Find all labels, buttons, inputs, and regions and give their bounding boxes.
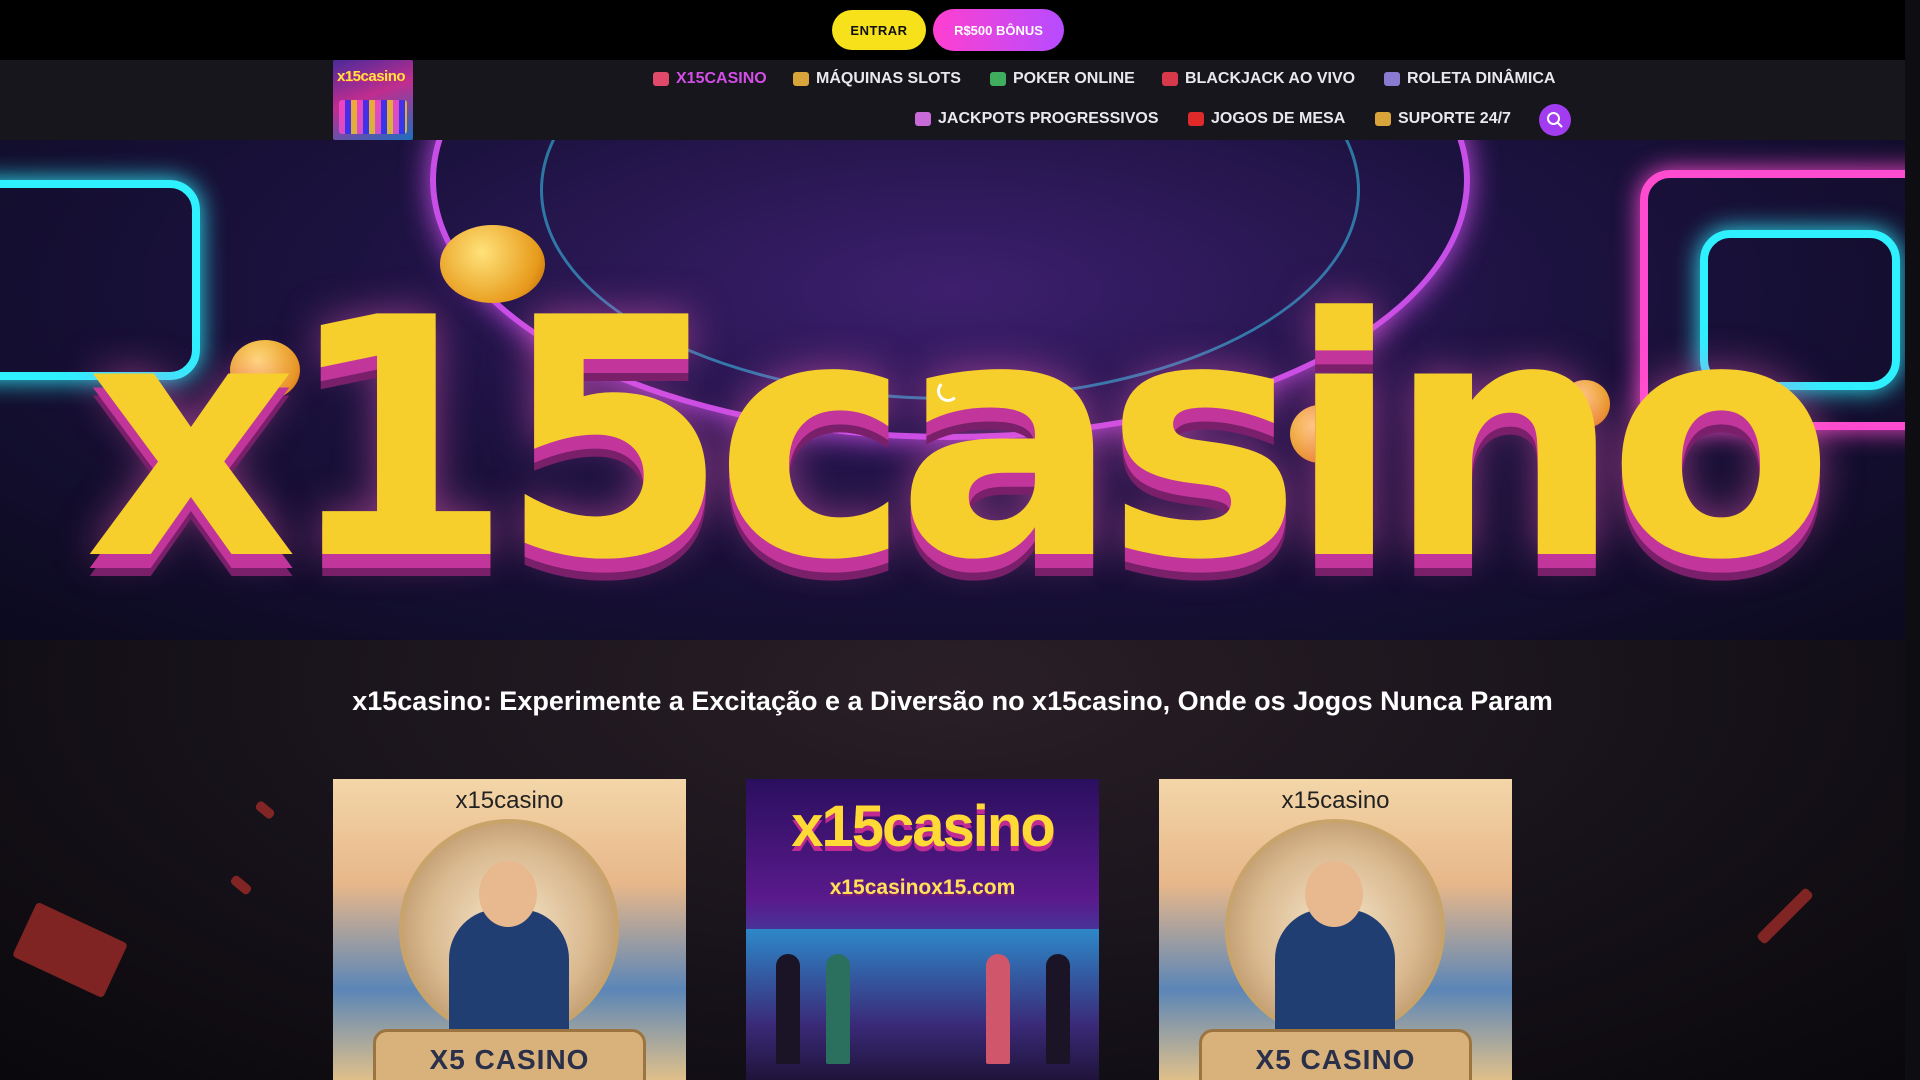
desk-sign-text: X5 CASINO [1255, 1044, 1416, 1075]
chip-decoration [254, 799, 276, 821]
cards-icon [793, 72, 809, 86]
page-title: x15casino: Experimente a Excitação e a D… [352, 686, 1553, 716]
person-silhouette [986, 954, 1010, 1064]
slot-machine-icon [653, 72, 669, 86]
dealer-head-image [1305, 861, 1363, 927]
card-caption: x15casino [791, 794, 1056, 859]
game-card[interactable]: x15casino x15casinox15.com [746, 779, 1099, 1080]
video-play-icon [1188, 112, 1204, 126]
nav-item-maquinas-slots[interactable]: MÁQUINAS SLOTS [793, 64, 961, 94]
chip-decoration [1756, 887, 1814, 945]
dealer-desk-image: X5 CASINO [373, 1029, 646, 1080]
cards-icon [1375, 112, 1391, 126]
dealer-head-image [479, 861, 537, 927]
gamepad-icon [1384, 72, 1400, 86]
desk-sign-text: X5 CASINO [429, 1044, 590, 1075]
nav-item-label: JOGOS DE MESA [1211, 110, 1346, 127]
search-button[interactable] [1539, 104, 1571, 136]
nav-item-label: JACKPOTS PROGRESSIVOS [938, 110, 1159, 127]
store-icon [990, 72, 1006, 86]
card-caption: x15casino [1281, 787, 1390, 814]
chip-decoration [229, 874, 253, 896]
nav-item-blackjack-ao-vivo[interactable]: BLACKJACK AO VIVO [1162, 64, 1355, 94]
login-button[interactable]: ENTRAR [832, 10, 926, 50]
nav-item-label: POKER ONLINE [1013, 70, 1135, 87]
game-card[interactable]: x15casino X5 CASINO [333, 779, 686, 1080]
slot-machine-icon [915, 112, 931, 126]
card-caption: x15casino [455, 787, 564, 814]
dealer-figure-image [449, 909, 569, 1049]
nav-item-poker-online[interactable]: POKER ONLINE [990, 64, 1135, 94]
nav-item-suporte-24-7[interactable]: SUPORTE 24/7 [1375, 104, 1511, 134]
loading-spinner-icon [937, 380, 959, 402]
nav-item-label: X15CASINO [676, 70, 767, 87]
person-silhouette [1046, 954, 1070, 1064]
logo-image-decoration [339, 100, 407, 134]
nav-item-label: MÁQUINAS SLOTS [816, 70, 961, 87]
logo-text: x15casino [337, 68, 406, 85]
dice-icon [1162, 72, 1178, 86]
person-silhouette [776, 954, 800, 1064]
hero-banner-text: x15casino [84, 248, 1835, 632]
top-bar: ENTRAR R$500 BÔNUS [0, 0, 1905, 60]
nav-item-x15casino[interactable]: X15CASINO [653, 64, 767, 94]
game-card[interactable]: x15casino X5 CASINO [1159, 779, 1512, 1080]
site-logo[interactable]: x15casino [333, 60, 413, 140]
search-icon [1547, 112, 1563, 128]
nav-item-label: SUPORTE 24/7 [1398, 110, 1511, 127]
chip-decoration [12, 901, 128, 999]
nav-item-jackpots-progressivos[interactable]: JACKPOTS PROGRESSIVOS [915, 104, 1159, 134]
nav-item-label: BLACKJACK AO VIVO [1185, 70, 1356, 87]
person-silhouette [826, 954, 850, 1064]
hero-banner: x15casino [0, 140, 1905, 640]
nav-item-label: ROLETA DINÂMICA [1407, 70, 1556, 87]
dealer-desk-image: X5 CASINO [1199, 1029, 1472, 1080]
card-subcaption: x15casinox15.com [829, 876, 1016, 899]
nav-item-jogos-de-mesa[interactable]: JOGOS DE MESA [1188, 104, 1345, 134]
bonus-button[interactable]: R$500 BÔNUS [933, 9, 1064, 51]
dealer-figure-image [1275, 909, 1395, 1049]
nav-item-roleta-dinamica[interactable]: ROLETA DINÂMICA [1384, 64, 1555, 94]
